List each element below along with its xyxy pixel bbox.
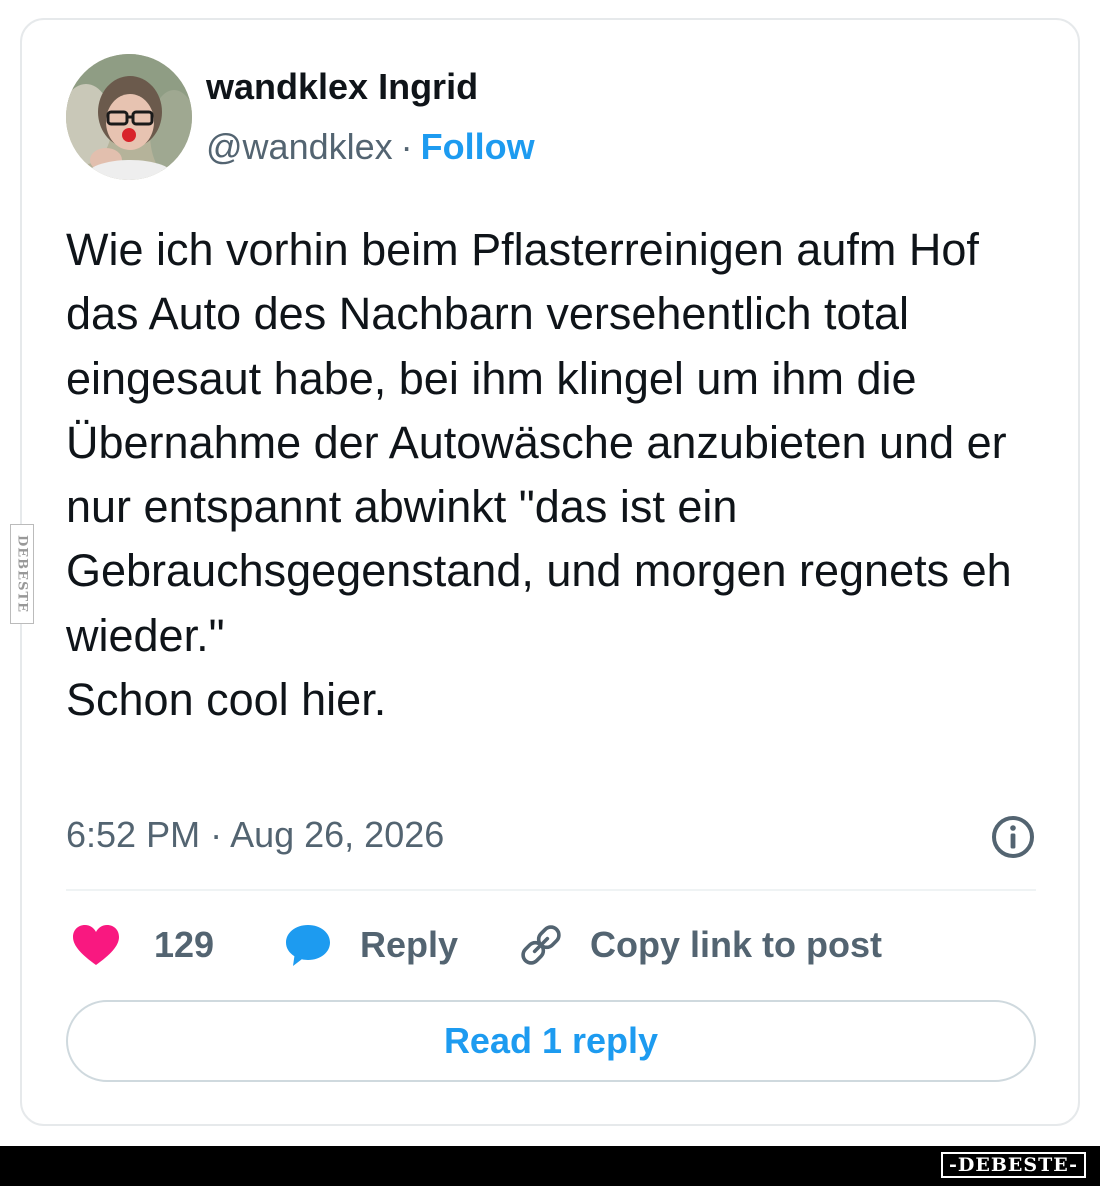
copy-link-button[interactable]: Copy link to post: [516, 920, 882, 970]
like-button[interactable]: 129: [72, 920, 214, 970]
avatar[interactable]: [66, 54, 192, 180]
user-handle[interactable]: @wandklex: [206, 126, 393, 167]
speech-bubble-icon: [286, 925, 330, 966]
copy-link-label: Copy link to post: [590, 924, 882, 965]
brand-logo: -DEBESTE-: [941, 1152, 1086, 1178]
tweet-text: Wie ich vorhin beim Pflasterreinigen auf…: [66, 224, 1012, 726]
side-watermark: DEBESTE: [10, 524, 34, 624]
heart-icon: [73, 925, 119, 965]
tweet-meta: 6:52 PM · Aug 26, 2026: [66, 814, 1036, 862]
link-icon: [521, 925, 561, 965]
like-count: 129: [154, 924, 215, 965]
info-icon[interactable]: [990, 814, 1036, 860]
side-watermark-text: DEBESTE: [14, 534, 30, 614]
timestamp[interactable]: 6:52 PM · Aug 26, 2026: [66, 814, 444, 856]
handle-row: @wandklex · Follow: [206, 126, 535, 168]
display-name[interactable]: wandklex Ingrid: [206, 66, 478, 108]
follow-link[interactable]: Follow: [421, 126, 535, 167]
separator-dot: ·: [400, 126, 413, 167]
read-reply-button[interactable]: Read 1 reply: [66, 1000, 1036, 1082]
divider: [66, 889, 1036, 891]
reply-label: Reply: [360, 924, 459, 965]
tweet-card: wandklex Ingrid @wandklex · Follow Wie ich…: [20, 18, 1080, 1126]
read-reply-label: Read 1 reply: [443, 1020, 659, 1061]
reply-button[interactable]: Reply: [284, 920, 458, 970]
footer-bar: -DEBESTE-: [0, 1146, 1100, 1186]
